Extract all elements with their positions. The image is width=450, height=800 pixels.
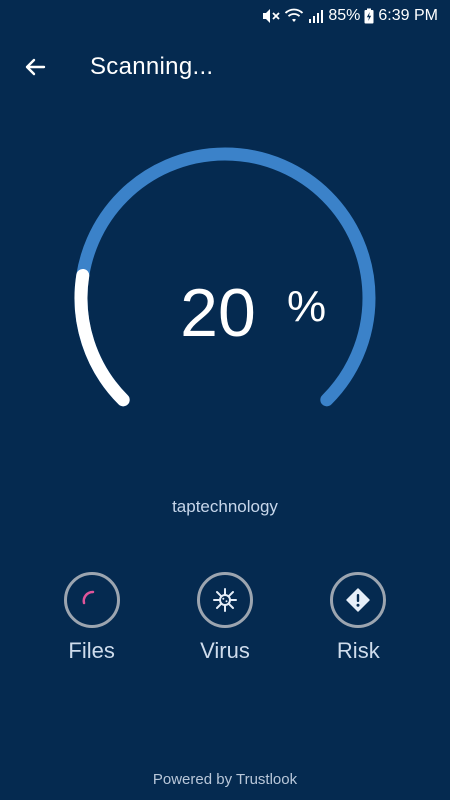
current-scan-item: taptechnology <box>172 497 278 516</box>
virus-indicator <box>196 572 253 628</box>
virus-icon <box>212 588 237 612</box>
files-indicator <box>63 572 120 628</box>
battery-charging-icon <box>364 8 374 24</box>
category-risk[interactable]: Risk <box>308 572 408 664</box>
category-files[interactable]: Files <box>42 572 142 664</box>
powered-by-text: Powered by Trustlook <box>152 771 298 788</box>
category-files-label: Files <box>68 638 115 663</box>
back-button[interactable] <box>10 42 60 92</box>
percent-sign: % <box>287 282 327 331</box>
battery-percent: 85% <box>328 7 361 24</box>
wifi-icon <box>285 8 304 22</box>
scan-categories: Files Virus Risk <box>0 572 450 664</box>
signal-icon <box>309 10 324 23</box>
page-title: Scanning... <box>90 53 214 80</box>
spinner-icon <box>82 590 94 605</box>
clock: 6:39 PM <box>378 7 438 24</box>
status-bar: 85% 6:39 PM <box>0 0 450 32</box>
toolbar: Scanning... <box>0 42 450 92</box>
warning-diamond-icon <box>346 588 371 612</box>
scan-percent: 20 <box>180 275 256 351</box>
arrow-left-icon <box>25 58 46 76</box>
category-virus-label: Virus <box>200 638 250 663</box>
category-virus[interactable]: Virus <box>175 572 275 664</box>
mute-icon <box>263 9 281 23</box>
category-risk-label: Risk <box>336 638 380 663</box>
risk-indicator <box>330 572 387 628</box>
